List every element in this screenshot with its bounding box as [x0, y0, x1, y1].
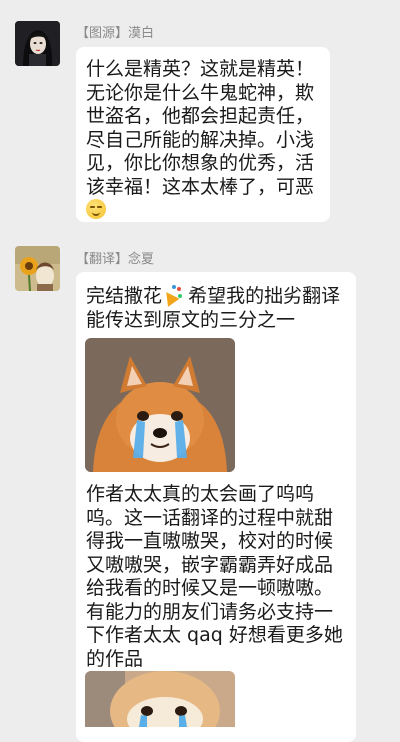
sticker-image[interactable] — [85, 338, 235, 472]
message-text: 完结撒花 — [86, 285, 163, 307]
message-text: 作者太太真的太会画了呜呜呜。这一话翻译的过程中就甜得我一直嗷嗷哭，校对的时候又嗷… — [86, 483, 343, 670]
message-bubble[interactable]: 什么是精英？这就是精英！无论你是什么牛鬼蛇神，欺世盗名，他都会担起责任，尽自己所… — [76, 47, 330, 222]
smiling-face-icon — [86, 199, 106, 219]
sticker-image[interactable] — [85, 671, 235, 727]
avatar[interactable] — [15, 21, 60, 66]
avatar[interactable] — [15, 246, 60, 291]
sender-name: 【图源】漠白 — [76, 26, 155, 41]
sender-name: 【翻译】念夏 — [76, 252, 155, 267]
message-text: 什么是精英？这就是精英！无论你是什么牛鬼蛇神，欺世盗名，他都会担起责任，尽自己所… — [86, 58, 315, 198]
party-popper-icon — [160, 285, 183, 307]
